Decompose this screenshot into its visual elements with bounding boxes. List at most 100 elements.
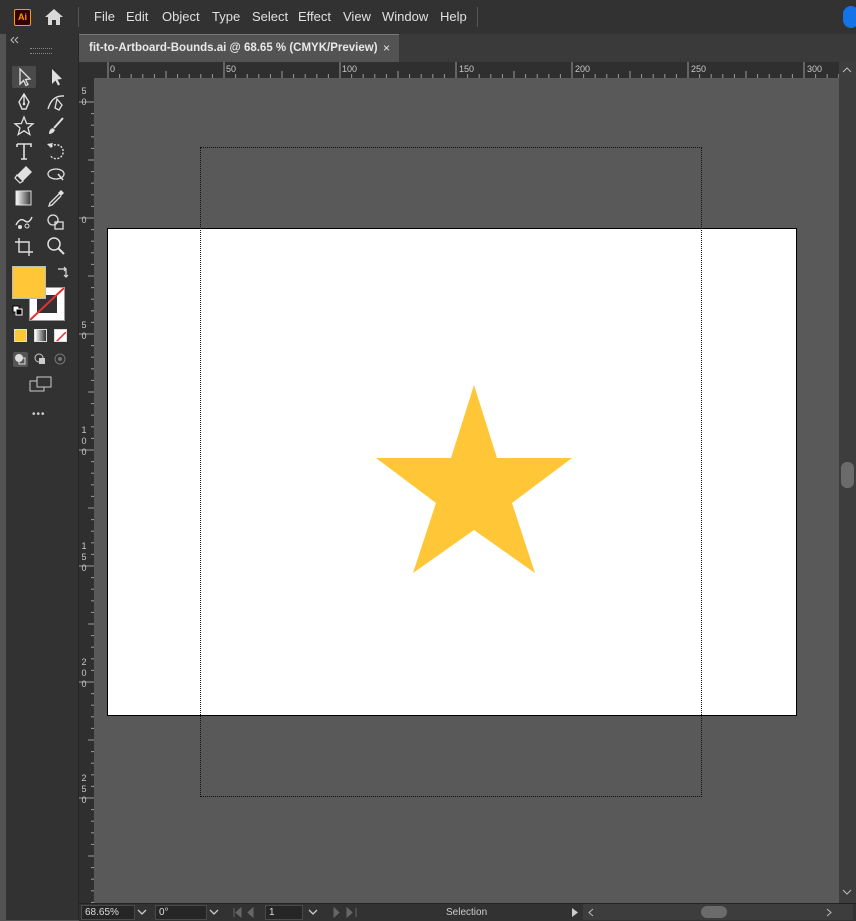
zoom-dropdown-icon[interactable] xyxy=(137,909,147,916)
none-mode-button[interactable] xyxy=(54,329,67,342)
ruler-v-label: 5 0 xyxy=(81,86,87,107)
star-tool[interactable] xyxy=(12,115,36,137)
scroll-right-icon[interactable] xyxy=(825,908,833,917)
artboard-tool[interactable] xyxy=(12,235,36,257)
horizontal-ruler[interactable]: 0 50 100 150 200 250 300 xyxy=(94,62,839,79)
horizontal-scroll-thumb[interactable] xyxy=(701,906,727,918)
type-icon xyxy=(16,143,32,160)
home-icon[interactable] xyxy=(44,8,64,26)
selection-arrow-icon xyxy=(19,67,32,87)
swap-fill-stroke-icon[interactable] xyxy=(56,265,70,279)
menu-select[interactable]: Select xyxy=(252,9,288,24)
menu-help[interactable]: Help xyxy=(440,9,467,24)
curvature-tool[interactable] xyxy=(44,91,68,113)
type-tool[interactable] xyxy=(12,140,36,162)
ruler-h-label: 150 xyxy=(459,64,475,74)
app-logo: Ai xyxy=(14,9,31,26)
document-tab-bar: fit-to-Artboard-Bounds.ai @ 68.65 % (CMY… xyxy=(79,34,856,62)
artboard-icon xyxy=(15,238,33,256)
eraser-icon xyxy=(14,166,32,184)
collapse-panel-icon[interactable] xyxy=(8,36,22,44)
selection-tool[interactable] xyxy=(12,66,36,88)
width-tool[interactable] xyxy=(44,163,68,185)
screen-mode-icon[interactable] xyxy=(29,376,53,394)
paintbrush-icon xyxy=(49,117,64,134)
ruler-v-label: 0 xyxy=(81,215,87,225)
pen-tool[interactable] xyxy=(12,91,36,113)
horizontal-scrollbar[interactable] xyxy=(583,904,853,920)
next-last-artboard-icon[interactable] xyxy=(331,907,361,918)
draw-normal-icon xyxy=(15,354,26,365)
artboard-number-field[interactable]: 1 xyxy=(265,905,303,920)
draw-behind-button[interactable] xyxy=(33,352,48,367)
ruler-h-label: 250 xyxy=(691,64,707,74)
scroll-down-icon[interactable] xyxy=(842,888,852,896)
gradient-mode-button[interactable] xyxy=(34,329,47,342)
document-tab-title: fit-to-Artboard-Bounds.ai @ 68.65 % (CMY… xyxy=(89,42,378,54)
menu-separator xyxy=(477,7,478,27)
menu-window[interactable]: Window xyxy=(382,9,428,24)
ruler-h-label: 50 xyxy=(226,64,237,74)
ruler-h-label: 300 xyxy=(807,64,823,74)
none-slash-icon xyxy=(55,331,66,341)
scroll-left-icon[interactable] xyxy=(587,908,595,917)
scroll-up-icon[interactable] xyxy=(842,66,852,74)
profile-badge[interactable] xyxy=(843,6,856,28)
ruler-h-label: 200 xyxy=(575,64,591,74)
rotation-dropdown-icon[interactable] xyxy=(209,909,219,916)
canvas[interactable] xyxy=(94,78,839,903)
zoom-tool[interactable] xyxy=(44,235,68,257)
puppet-warp-tool[interactable] xyxy=(12,211,36,233)
gradient-tool[interactable] xyxy=(12,187,36,209)
menu-object[interactable]: Object xyxy=(162,9,200,24)
direct-selection-tool[interactable] xyxy=(44,66,68,88)
direct-selection-arrow-icon xyxy=(52,69,62,86)
menu-separator xyxy=(78,7,79,27)
star-outline-icon xyxy=(13,115,35,136)
zoom-field[interactable]: 68.65% xyxy=(81,905,135,920)
puppet-warp-icon xyxy=(15,216,33,229)
curvature-pen-icon xyxy=(47,95,65,111)
menu-bar: Ai File Edit Object Type Select Effect V… xyxy=(0,0,856,34)
eraser-tool[interactable] xyxy=(12,163,36,185)
fill-swatch[interactable] xyxy=(12,266,46,299)
first-prev-artboard-icon[interactable] xyxy=(231,907,267,918)
menu-effect[interactable]: Effect xyxy=(298,9,331,24)
ruler-v-label: 2 0 0 xyxy=(81,657,87,689)
rotate-tool[interactable] xyxy=(44,140,68,162)
close-tab-icon[interactable]: × xyxy=(383,41,390,55)
pen-icon xyxy=(18,92,30,110)
menu-type[interactable]: Type xyxy=(212,9,240,24)
status-menu-icon[interactable] xyxy=(571,907,579,918)
width-tool-icon xyxy=(47,168,65,181)
artboard-dropdown-icon[interactable] xyxy=(308,909,318,916)
ruler-v-label: 5 0 xyxy=(81,320,87,341)
ruler-h-label: 0 xyxy=(110,64,116,74)
status-bar: 68.65% 0° 1 Selection xyxy=(79,903,856,921)
ruler-origin[interactable] xyxy=(79,62,94,78)
vertical-ruler[interactable]: 5 0 0 5 0 1 0 0 1 5 0 2 0 0 2 5 0 xyxy=(79,78,95,903)
rotate-icon xyxy=(47,143,64,160)
tools-panel: ••• xyxy=(6,34,79,920)
selection-bounding-box xyxy=(200,147,702,797)
shape-builder-icon xyxy=(47,214,64,230)
paintbrush-tool[interactable] xyxy=(44,115,68,137)
edit-toolbar-button[interactable]: ••• xyxy=(32,409,46,420)
ruler-v-label: 2 5 0 xyxy=(81,773,87,805)
menu-view[interactable]: View xyxy=(343,9,371,24)
ruler-v-label: 1 0 0 xyxy=(81,425,87,457)
color-mode-button[interactable] xyxy=(14,329,27,342)
rotation-field[interactable]: 0° xyxy=(155,905,207,920)
panel-grip[interactable] xyxy=(30,48,52,54)
eyedropper-tool[interactable] xyxy=(44,187,68,209)
ruler-h-label: 100 xyxy=(342,64,358,74)
default-fill-stroke-icon[interactable] xyxy=(12,305,24,317)
menu-file[interactable]: File xyxy=(94,9,115,24)
shape-builder-tool[interactable] xyxy=(44,211,68,233)
vertical-scroll-thumb[interactable] xyxy=(841,462,854,488)
draw-normal-button[interactable] xyxy=(13,352,28,367)
menu-edit[interactable]: Edit xyxy=(126,9,148,24)
document-tab[interactable]: fit-to-Artboard-Bounds.ai @ 68.65 % (CMY… xyxy=(79,34,399,62)
draw-inside-button[interactable] xyxy=(53,352,68,367)
status-current-tool: Selection xyxy=(446,907,488,918)
